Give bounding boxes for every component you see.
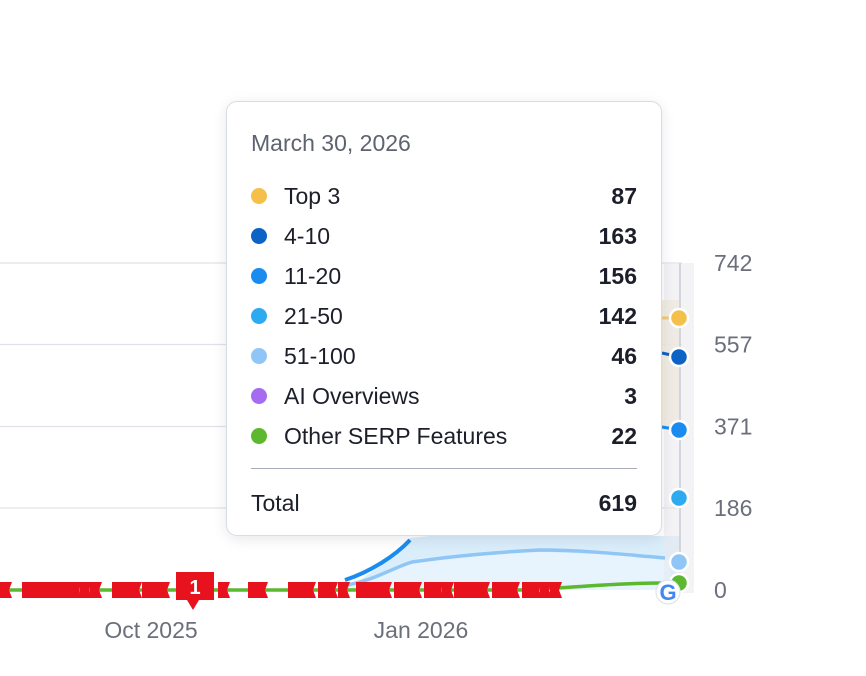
tooltip-row-value: 163 <box>598 222 637 249</box>
legend-dot-icon <box>251 308 267 324</box>
tooltip-row: Top 3 87 <box>251 176 637 216</box>
hover-marker <box>668 307 690 329</box>
y-axis-ticks: 0 186 371 557 742 <box>714 250 752 603</box>
tooltip-row-value: 3 <box>624 382 637 409</box>
y-tick-label: 742 <box>714 250 752 276</box>
tooltip-total-value: 619 <box>598 489 637 516</box>
legend-dot-icon <box>251 188 267 204</box>
tooltip-row: Other SERP Features 22 <box>251 416 637 456</box>
tooltip-row-value: 156 <box>598 262 637 289</box>
hover-marker <box>668 487 690 509</box>
tooltip-row-label: 21-50 <box>284 302 343 329</box>
y-tick-label: 371 <box>714 414 752 440</box>
tooltip-row-value: 142 <box>598 302 637 329</box>
tooltip-row-value: 87 <box>611 182 637 209</box>
tooltip-row-value: 22 <box>611 422 637 449</box>
tooltip-total-row: Total 619 <box>251 483 637 523</box>
hover-marker <box>668 346 690 368</box>
legend-dot-icon <box>251 228 267 244</box>
y-tick-label: 557 <box>714 332 752 358</box>
tooltip-row-label: 4-10 <box>284 222 331 249</box>
tooltip-row: 11-20 156 <box>251 256 637 296</box>
google-g-glyph[interactable]: G <box>659 580 676 605</box>
tooltip-row-label: Other SERP Features <box>284 422 508 449</box>
tooltip-row-label: AI Overviews <box>284 382 420 409</box>
tooltip-total-label: Total <box>251 489 300 516</box>
tooltip-row: 4-10 163 <box>251 216 637 256</box>
tooltip-row-label: Top 3 <box>284 182 341 209</box>
x-axis-ticks: Oct 2025 Jan 2026 <box>104 617 468 643</box>
legend-dot-icon <box>251 348 267 364</box>
tooltip-divider <box>251 468 637 469</box>
hover-marker <box>668 419 690 441</box>
legend-dot-icon <box>251 428 267 444</box>
legend-dot-icon <box>251 388 267 404</box>
tooltip-rows: Top 3 87 4-10 163 11-20 156 21-50 142 51-100 46 AI… <box>251 176 637 456</box>
chart-tooltip: March 30, 2026 Top 3 87 4-10 163 11-20 156 21-… <box>226 101 662 536</box>
x-tick-label: Jan 2026 <box>374 617 469 643</box>
tooltip-row: 21-50 142 <box>251 296 637 336</box>
y-tick-label: 186 <box>714 495 752 521</box>
tooltip-row-value: 46 <box>611 342 637 369</box>
annotation-badge-label[interactable]: 1 <box>189 577 200 599</box>
google-g-icon[interactable]: G <box>655 579 681 605</box>
tooltip-date: March 30, 2026 <box>251 130 411 156</box>
legend-dot-icon <box>251 268 267 284</box>
x-tick-label: Oct 2025 <box>104 617 197 643</box>
tooltip-row-label: 51-100 <box>284 342 356 369</box>
tooltip-row: 51-100 46 <box>251 336 637 376</box>
y-tick-label: 0 <box>714 577 727 603</box>
hover-marker <box>668 551 690 573</box>
tooltip-row: AI Overviews 3 <box>251 376 637 416</box>
tooltip-row-label: 11-20 <box>284 262 342 289</box>
